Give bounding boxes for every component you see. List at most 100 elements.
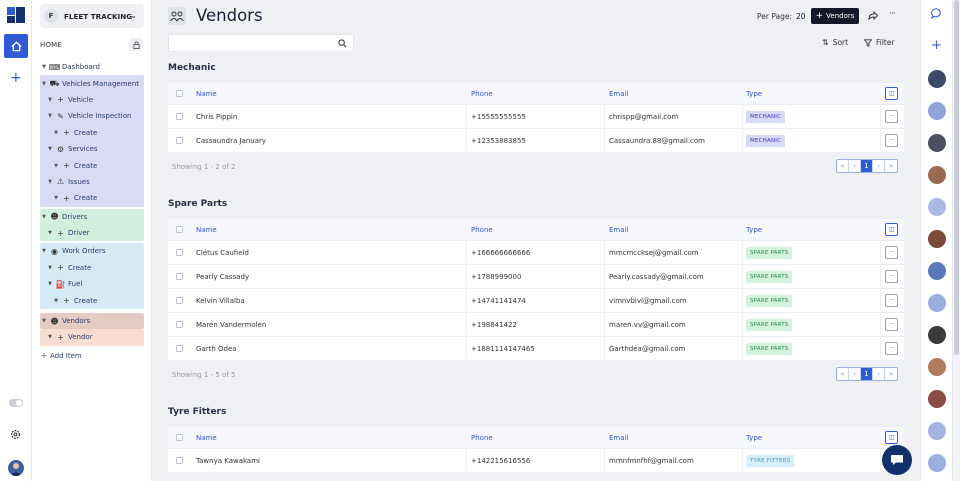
nav-item-vendors[interactable]: ▼ ☻ Vendors xyxy=(40,312,144,330)
avatar[interactable] xyxy=(928,262,946,280)
row-checkbox[interactable] xyxy=(176,289,183,312)
table-row[interactable]: Garth Odea +1881114147465 Garthdea@gmail… xyxy=(168,337,904,361)
avatar[interactable] xyxy=(928,358,946,376)
col-type[interactable]: Type xyxy=(746,83,762,104)
table-row[interactable]: Tawnya Kawakami +142215616556 mmnfmnfhf@… xyxy=(168,449,904,473)
nav-item-services[interactable]: ▼ ⚙ Services xyxy=(40,141,144,157)
row-actions-icon[interactable]: ··· xyxy=(885,313,898,336)
nav-item-fuel[interactable]: ▼ ⛽ Fuel xyxy=(40,276,144,292)
nav-item-dashboard[interactable]: ▼ ⌨ Dashboard xyxy=(40,59,144,75)
row-checkbox[interactable] xyxy=(176,241,183,264)
add-app-icon[interactable]: + xyxy=(10,71,22,85)
more-options-icon[interactable]: ··· xyxy=(889,9,896,19)
col-phone[interactable]: Phone xyxy=(471,427,493,448)
current-page[interactable]: 1 xyxy=(861,368,873,380)
col-phone[interactable]: Phone xyxy=(471,83,493,104)
theme-toggle[interactable] xyxy=(9,399,23,407)
comment-icon[interactable] xyxy=(931,8,942,19)
sort-button[interactable]: ⇅ Sort xyxy=(822,38,848,47)
select-all-checkbox[interactable] xyxy=(176,83,183,104)
select-all-checkbox[interactable] xyxy=(176,427,183,448)
row-actions-icon[interactable]: ··· xyxy=(885,241,898,264)
table-row[interactable]: Pearly Cassady +1788999000 Pearly.cassad… xyxy=(168,265,904,289)
avatar[interactable] xyxy=(928,166,946,184)
row-checkbox[interactable] xyxy=(176,105,183,128)
avatar[interactable] xyxy=(928,390,946,408)
col-email[interactable]: Email xyxy=(609,219,628,240)
app-switcher[interactable]: F FLEET TRACKING ⌄ xyxy=(40,4,144,28)
col-name[interactable]: Name xyxy=(196,83,217,104)
user-avatar[interactable] xyxy=(8,460,24,476)
add-user-icon[interactable]: + xyxy=(931,39,942,52)
nav-item-create[interactable]: ▼ + Create xyxy=(40,260,144,276)
next-page-icon[interactable]: › xyxy=(873,368,885,380)
table-row[interactable]: Cassaundra January +12353883855 Cassaund… xyxy=(168,129,904,153)
avatar[interactable] xyxy=(928,230,946,248)
add-vendor-button[interactable]: + Vendors xyxy=(811,8,859,24)
table-row[interactable]: Clétus Caufield +166666666666 mmcmccksej… xyxy=(168,241,904,265)
row-checkbox[interactable] xyxy=(176,449,183,472)
next-page-icon[interactable]: › xyxy=(873,160,885,172)
col-email[interactable]: Email xyxy=(609,83,628,104)
per-page-value[interactable]: 20 xyxy=(796,12,806,21)
nav-item-create[interactable]: ▼ + Create xyxy=(40,125,144,141)
column-settings-icon[interactable]: ◫ xyxy=(885,83,898,104)
row-checkbox[interactable] xyxy=(176,337,183,360)
prev-page-icon[interactable]: ‹ xyxy=(849,368,861,380)
prev-page-icon[interactable]: ‹ xyxy=(849,160,861,172)
nav-item-vendor[interactable]: ▼ + Vendor xyxy=(40,329,144,345)
first-page-icon[interactable]: « xyxy=(837,160,849,172)
row-actions-icon[interactable]: ··· xyxy=(885,289,898,312)
nav-item-create[interactable]: ▼ + Create xyxy=(40,157,144,173)
last-page-icon[interactable]: » xyxy=(885,368,897,380)
nav-item-vehicle-inspection[interactable]: ▼ ✎ Vehicle Inspection xyxy=(40,108,144,124)
filter-button[interactable]: Filter xyxy=(864,38,895,47)
last-page-icon[interactable]: » xyxy=(885,160,897,172)
avatar[interactable] xyxy=(928,454,946,472)
nav-item-work-orders[interactable]: ▼ ◉ Work Orders xyxy=(40,243,144,259)
col-email[interactable]: Email xyxy=(609,427,628,448)
nav-item-issues[interactable]: ▼ ⚠ Issues xyxy=(40,174,144,190)
row-actions-icon[interactable]: ··· xyxy=(885,337,898,360)
avatar[interactable] xyxy=(928,422,946,440)
nav-item-vendors-row[interactable]: ▼ ☻ Vendors xyxy=(40,313,144,329)
lock-icon[interactable] xyxy=(129,38,143,51)
gear-icon[interactable] xyxy=(10,429,21,440)
nav-item-drivers[interactable]: ▼ ☻ Drivers xyxy=(40,209,144,225)
search-input[interactable] xyxy=(168,34,354,52)
col-type[interactable]: Type xyxy=(746,427,762,448)
nav-item-vehicles-management[interactable]: ▼ ⛟ Vehicles Management xyxy=(40,75,144,91)
first-page-icon[interactable]: « xyxy=(837,368,849,380)
row-checkbox[interactable] xyxy=(176,265,183,288)
avatar[interactable] xyxy=(928,294,946,312)
column-settings-icon[interactable]: ◫ xyxy=(885,219,898,240)
per-page-control[interactable]: Per Page: 20 xyxy=(757,12,806,21)
share-icon[interactable] xyxy=(868,11,878,20)
avatar[interactable] xyxy=(928,134,946,152)
nav-item-create[interactable]: ▼ + Create xyxy=(40,190,144,206)
row-checkbox[interactable] xyxy=(176,313,183,336)
scrollbar-thumb[interactable] xyxy=(954,0,959,355)
nav-item-vehicle[interactable]: ▼ + Vehicle xyxy=(40,92,144,108)
chat-button[interactable] xyxy=(882,445,912,475)
page-scrollbar[interactable] xyxy=(952,0,960,481)
table-row[interactable]: Chris Pippin +15555555555 chrispp@gmail.… xyxy=(168,105,904,129)
avatar[interactable] xyxy=(928,326,946,344)
current-page[interactable]: 1 xyxy=(861,160,873,172)
avatar[interactable] xyxy=(928,198,946,216)
col-name[interactable]: Name xyxy=(196,219,217,240)
col-phone[interactable]: Phone xyxy=(471,219,493,240)
nav-item-driver[interactable]: ▼ + Driver xyxy=(40,225,144,241)
row-checkbox[interactable] xyxy=(176,129,183,152)
row-actions-icon[interactable]: ··· xyxy=(885,105,898,128)
home-icon[interactable] xyxy=(4,34,28,58)
table-row[interactable]: Kelvin Villalba +14741141474 vimnvbivl@g… xyxy=(168,289,904,313)
avatar[interactable] xyxy=(928,70,946,88)
avatar[interactable] xyxy=(928,102,946,120)
select-all-checkbox[interactable] xyxy=(176,219,183,240)
col-name[interactable]: Name xyxy=(196,427,217,448)
row-actions-icon[interactable]: ··· xyxy=(885,129,898,152)
nav-item-create[interactable]: ▼ + Create xyxy=(40,292,144,308)
row-actions-icon[interactable]: ··· xyxy=(885,265,898,288)
nav-add-item[interactable]: + Add Item xyxy=(40,348,144,364)
